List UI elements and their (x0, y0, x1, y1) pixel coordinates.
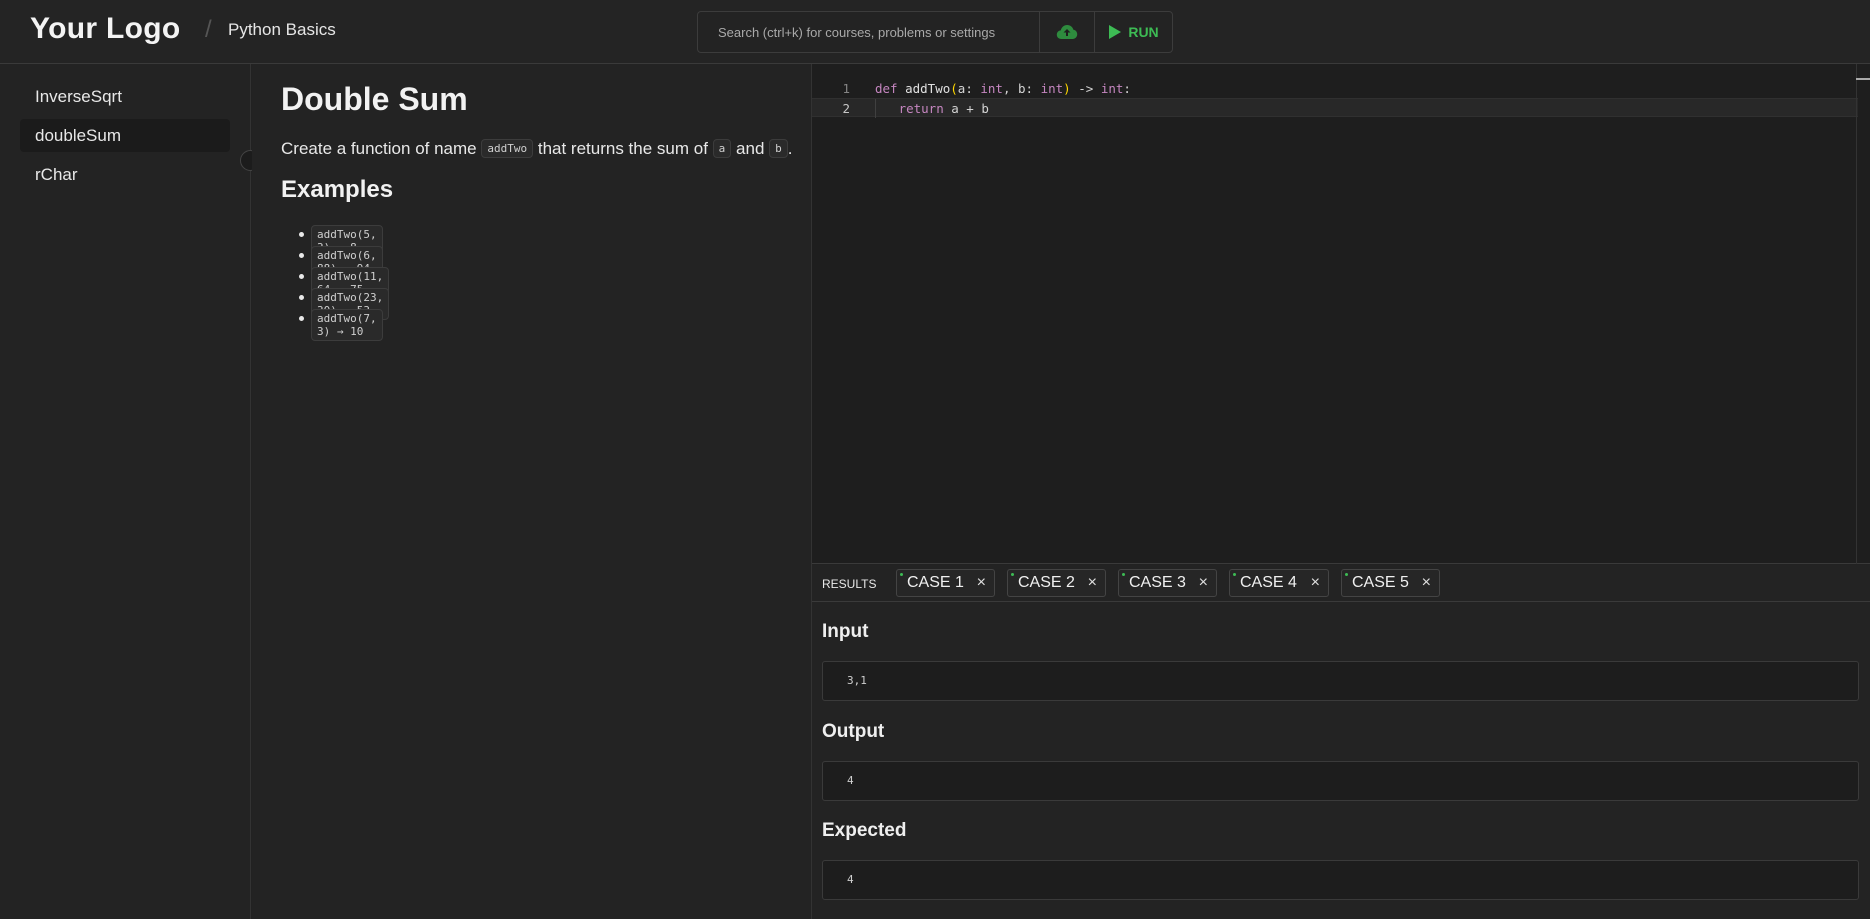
search-input[interactable] (698, 12, 1039, 52)
tab-case-2[interactable]: CASE 2 × (1007, 569, 1106, 597)
status-dot (1011, 573, 1014, 576)
close-icon[interactable]: × (977, 570, 986, 596)
status-dot (1345, 573, 1348, 576)
close-icon[interactable]: × (1422, 570, 1431, 596)
expected-heading: Expected (822, 820, 907, 841)
breadcrumb-course[interactable]: Python Basics (228, 20, 336, 40)
sidebar-item-inversesqrt[interactable]: InverseSqrt (20, 80, 230, 113)
inline-code-a: a (712, 139, 732, 158)
close-icon[interactable]: × (1311, 570, 1320, 596)
case-label: CASE 4 (1240, 574, 1297, 591)
logo[interactable]: Your Logo (30, 12, 180, 46)
tab-case-3[interactable]: CASE 3 × (1118, 569, 1217, 597)
editor-scrollbar[interactable] (1856, 64, 1870, 564)
run-button[interactable]: RUN (1095, 12, 1172, 52)
close-icon[interactable]: × (1088, 570, 1097, 596)
code-line[interactable]: 1 def addTwo(a: int, b: int) -> int: (812, 79, 1858, 98)
output-heading: Output (822, 721, 885, 742)
inline-code-fn: addTwo (481, 139, 534, 158)
indent-guide (875, 99, 876, 118)
tab-case-1[interactable]: CASE 1 × (896, 569, 995, 597)
input-heading: Input (822, 621, 869, 642)
code-text[interactable]: def addTwo(a: int, b: int) -> int: (875, 79, 1131, 98)
code-text[interactable]: return a + b (875, 99, 989, 118)
problem-sidebar: InverseSqrt doubleSum rChar (0, 64, 251, 919)
breadcrumb-separator: / (205, 16, 212, 43)
line-number: 1 (842, 81, 850, 96)
inline-code-b: b (769, 139, 788, 158)
tab-case-5[interactable]: CASE 5 × (1341, 569, 1440, 597)
play-icon (1109, 25, 1122, 39)
results-tabs: RESULTS CASE 1 × CASE 2 × CASE 3 × CASE … (812, 565, 1870, 602)
case-label: CASE 1 (907, 574, 964, 591)
expected-value: 4 (822, 860, 1859, 900)
status-dot (900, 573, 903, 576)
run-label: RUN (1128, 24, 1159, 40)
problem-description: Create a function of name addTwo that re… (281, 139, 793, 159)
cloud-icon (1056, 25, 1078, 39)
desc-text-3: and (736, 139, 765, 158)
input-value: 3,1 (822, 661, 1859, 701)
top-header: Your Logo / Python Basics RUN (0, 0, 1870, 64)
cloud-save-button[interactable] (1039, 12, 1095, 52)
output-value: 4 (822, 761, 1859, 801)
example-code: addTwo(7, 3) → 10 (311, 309, 383, 341)
status-dot (1122, 573, 1125, 576)
code-editor[interactable]: 1 def addTwo(a: int, b: int) -> int: 2 r… (812, 64, 1870, 564)
desc-text-1: Create a function of name (281, 139, 477, 158)
case-label: CASE 5 (1352, 574, 1409, 591)
problem-panel: Double Sum Create a function of name add… (252, 64, 812, 919)
sidebar-item-doublesum[interactable]: doubleSum (20, 119, 230, 152)
close-icon[interactable]: × (1199, 570, 1208, 596)
examples-heading: Examples (281, 176, 394, 203)
search-bar: RUN (697, 11, 1173, 53)
status-dot (1233, 573, 1236, 576)
code-line-current[interactable]: 2 return a + b (812, 98, 1858, 118)
case-label: CASE 3 (1129, 574, 1186, 591)
case-label: CASE 2 (1018, 574, 1075, 591)
desc-text-2: that returns the sum of (537, 139, 708, 158)
line-number: 2 (842, 101, 850, 116)
desc-text-4: . (787, 139, 793, 158)
tab-case-4[interactable]: CASE 4 × (1229, 569, 1329, 597)
results-panel: RESULTS CASE 1 × CASE 2 × CASE 3 × CASE … (812, 565, 1870, 919)
scrollbar-position-marker (1856, 78, 1870, 80)
sidebar-item-rchar[interactable]: rChar (20, 158, 230, 191)
results-label: RESULTS (822, 577, 877, 591)
problem-title: Double Sum (281, 81, 468, 117)
